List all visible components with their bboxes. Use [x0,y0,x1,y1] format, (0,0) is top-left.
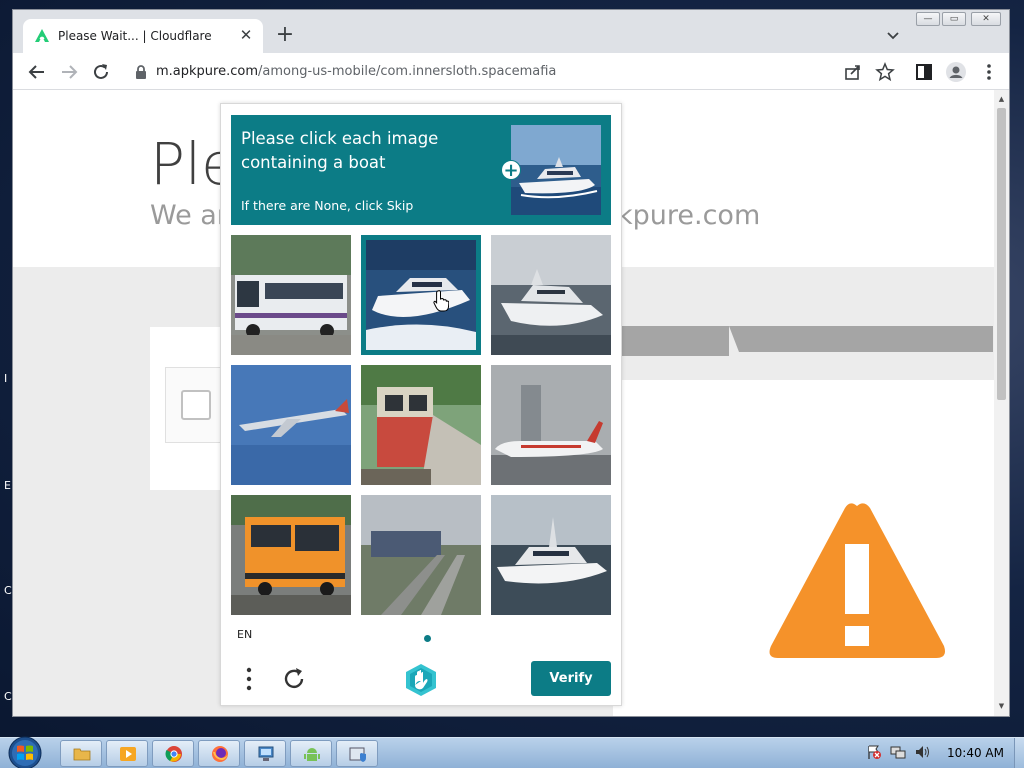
network-tray-icon[interactable] [890,744,906,760]
tab-title: Please Wait... | Cloudflare [58,29,212,43]
captcha-tile-boat[interactable] [491,235,611,355]
desktop-icon-label[interactable]: C [4,584,12,597]
warning-triangle-icon [769,503,945,658]
share-icon[interactable] [842,61,864,83]
captcha-tile-train[interactable] [361,365,481,485]
captcha-tile-bus[interactable] [231,495,351,615]
captcha-image-grid [231,235,611,615]
desktop-icon-label[interactable]: I [4,372,7,385]
media-player-icon [120,747,136,761]
hcaptcha-logo-icon[interactable] [403,663,439,697]
tab-active[interactable]: Please Wait... | Cloudflare ✕ [23,19,263,53]
minimize-button[interactable]: — [916,12,940,26]
forward-arrow-icon[interactable] [58,61,80,83]
verify-button[interactable]: Verify [531,661,611,696]
lock-icon[interactable] [134,64,148,80]
bookmark-star-icon[interactable] [874,61,896,83]
chrome-icon [165,746,182,762]
action-center-flag-icon[interactable] [866,744,882,760]
maximize-button[interactable]: ▭ [942,12,966,26]
page-subheading-right: kpure.com [617,200,761,231]
apkpure-favicon-icon [35,29,49,42]
captcha-tile-train[interactable] [361,495,481,615]
tab-strip: Please Wait... | Cloudflare ✕ + — ▭ ✕ [13,10,1009,53]
pagination-dot [424,635,431,642]
taskbar-app-media-player[interactable] [106,740,148,767]
captcha-tile-boat-selected[interactable] [361,235,481,355]
taskbar: 10:40 AM [0,736,1024,768]
taskbar-app-chrome[interactable] [152,740,194,767]
taskbar-app-shield[interactable] [336,740,378,767]
more-menu-icon[interactable] [978,61,1000,83]
url-text[interactable]: m.apkpure.com/among-us-mobile/com.inners… [156,64,556,79]
start-button-icon[interactable] [7,736,43,768]
captcha-tile-boat[interactable] [491,495,611,615]
scrollbar-thumb[interactable] [997,108,1006,400]
desktop-icon-label[interactable]: C [4,690,12,703]
captcha-tile-airplane[interactable] [231,365,351,485]
scroll-down-arrow-icon[interactable]: ▼ [997,701,1006,711]
taskbar-app-firefox[interactable] [198,740,240,767]
vertical-scrollbar[interactable]: ▲ ▼ [994,90,1009,716]
hcaptcha-dialog: Please click each image containing a boa… [220,103,622,706]
volume-icon[interactable] [914,744,930,760]
example-boat-image [511,125,601,215]
browser-toolbar: m.apkpure.com/among-us-mobile/com.inners… [13,53,1009,90]
clock[interactable]: 10:40 AM [947,746,1004,760]
taskbar-app-explorer[interactable] [60,740,102,767]
prompt-subtitle: If there are None, click Skip [241,198,414,213]
captcha-tile-bus[interactable] [231,235,351,355]
new-tab-button[interactable]: + [274,24,296,47]
android-icon [304,748,320,761]
shield-window-icon [349,747,366,762]
network-icon [258,746,274,761]
show-desktop-button[interactable] [1014,738,1024,768]
captcha-menu-icon[interactable] [239,666,259,692]
reload-icon[interactable] [90,61,112,83]
captcha-prompt: Please click each image containing a boa… [231,115,611,225]
profile-avatar-icon[interactable] [945,61,967,83]
folder-icon [73,748,91,761]
back-arrow-icon[interactable] [26,61,48,83]
taskbar-app-android[interactable] [290,740,332,767]
captcha-refresh-icon[interactable] [281,666,307,692]
taskbar-app-network[interactable] [244,740,286,767]
side-panel-icon[interactable] [913,61,935,83]
desktop-icon-label[interactable]: E [4,479,11,492]
prompt-title: Please click each image containing a boa… [241,129,439,172]
language-selector[interactable]: EN [237,628,252,641]
turnstile-checkbox[interactable] [181,390,211,420]
hand-cursor-icon [433,290,449,312]
tab-search-chevron-icon[interactable] [885,28,901,44]
page-header-bar [613,326,993,356]
close-window-button[interactable]: ✕ [971,12,1001,26]
captcha-tile-airplane[interactable] [491,365,611,485]
example-expand-icon[interactable]: + [501,160,521,180]
firefox-icon [212,746,228,762]
page-subheading: We ar [150,200,228,231]
tab-close-icon[interactable]: ✕ [237,26,255,44]
address-bar[interactable]: m.apkpure.com/among-us-mobile/com.inners… [124,57,904,87]
scroll-up-arrow-icon[interactable]: ▲ [997,94,1006,104]
